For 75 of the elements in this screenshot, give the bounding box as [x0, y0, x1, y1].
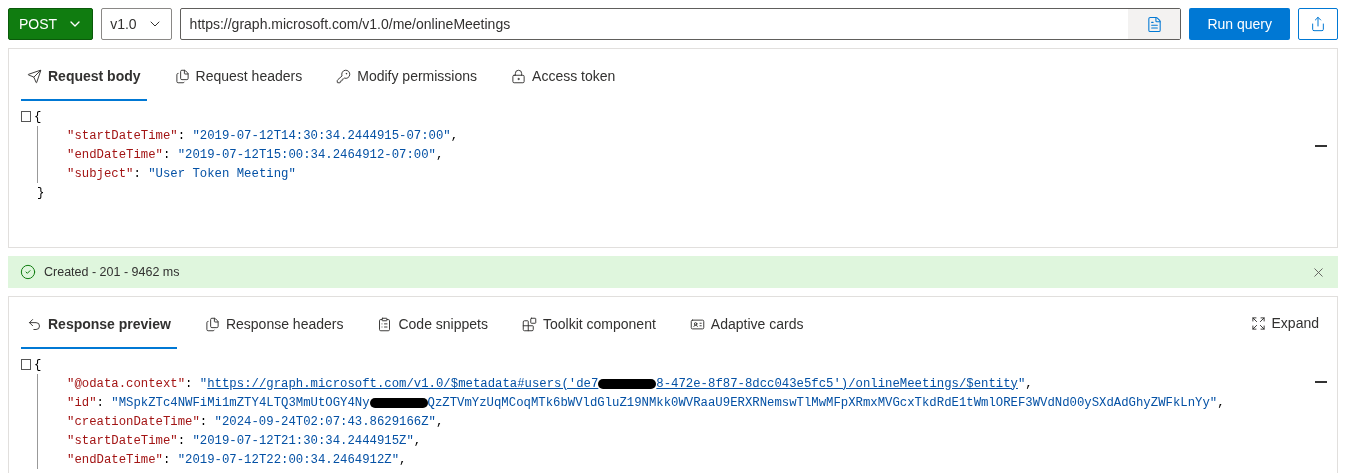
- panel-tab[interactable]: Modify permissions: [330, 53, 484, 101]
- code-token: :: [162, 452, 172, 467]
- method-dropdown[interactable]: POST: [8, 8, 94, 40]
- panel-tab[interactable]: Toolkit component: [516, 301, 662, 349]
- code-token: "2019-07-12T15:00:34.2464912-07:00": [177, 147, 436, 162]
- scroll-marker: [1315, 145, 1327, 147]
- share-button[interactable]: [1298, 8, 1338, 40]
- panel-tab[interactable]: Request headers: [168, 53, 309, 101]
- code-token: QzZTVmYzUqMCoqMTk6bWVldGluZ19NMkk0WVRaaU9ERXRNemswTlMwMFpXRmxMVGcxTkdRdE1tWmlOREF3WVdNd00ySXdAdGhyZWFkLnYy": [427, 395, 1218, 410]
- panel-tab[interactable]: Request body: [21, 53, 147, 101]
- fold-toggle[interactable]: [21, 359, 31, 370]
- run-query-button[interactable]: Run query: [1189, 8, 1290, 40]
- code-link[interactable]: 8-472e-8f87-8dcc043e5fc5')/onlineMeetings/$entity: [656, 376, 1018, 391]
- panel-tab[interactable]: Adaptive cards: [683, 301, 810, 349]
- url-field[interactable]: https://graph.microsoft.com/v1.0/me/onlineMeetings: [179, 8, 1182, 40]
- panel-tab[interactable]: Code snippets: [371, 301, 494, 349]
- panel-tab[interactable]: Response preview: [21, 301, 177, 349]
- code-token: "2019-07-12T14:30:34.2444915-07:00": [192, 128, 451, 143]
- code-token: "2019-07-12T21:30:34.2444915Z": [192, 433, 414, 448]
- code-token: "User Token Meeting": [148, 166, 296, 181]
- status-text: Created - 201 - 9462 ms: [44, 265, 180, 279]
- code-token: "2024-09-24T02:07:43.8629166Z": [214, 414, 436, 429]
- code-token: :: [177, 128, 187, 143]
- fold-toggle[interactable]: [21, 111, 31, 122]
- code-token: "endDateTime": [67, 452, 163, 467]
- code-token: ,: [1217, 395, 1225, 410]
- code-token: "endDateTime": [67, 147, 163, 162]
- share-icon: [1310, 16, 1326, 32]
- tab-icon: [511, 68, 527, 84]
- check-circle-icon: [20, 264, 36, 280]
- code-token: ,: [450, 128, 459, 143]
- code-token: :: [162, 147, 172, 162]
- tab-icon: [377, 316, 393, 332]
- code-token: {: [34, 357, 42, 372]
- panel-tab[interactable]: Access token: [505, 53, 622, 101]
- scroll-marker: [1315, 381, 1327, 383]
- tab-icon: [27, 316, 42, 332]
- expand-icon: [1250, 315, 1266, 331]
- code-token: }: [37, 185, 45, 200]
- url-input[interactable]: https://graph.microsoft.com/v1.0/me/onlineMeetings: [180, 10, 1129, 38]
- code-token: "@odata.context": [67, 376, 186, 391]
- tab-icon: [336, 68, 352, 84]
- code-token: "MSpkZTc4NWFiMi1mZTY4LTQ3MmUtOGY4Ny: [111, 395, 370, 410]
- tab-icon: [204, 316, 220, 332]
- code-token: :: [199, 414, 209, 429]
- code-token: ,: [399, 452, 407, 467]
- code-token: ": [199, 376, 208, 391]
- tab-icon: [522, 316, 537, 332]
- tab-icon: [27, 68, 42, 84]
- code-token: :: [96, 395, 105, 410]
- tab-icon: [689, 316, 705, 332]
- code-token: {: [34, 109, 42, 124]
- code-token: "2019-07-12T22:00:34.2464912Z": [177, 452, 400, 467]
- expand-button[interactable]: Expand: [1244, 314, 1325, 332]
- document-icon: [1145, 15, 1163, 33]
- code-token: ": [1017, 376, 1026, 391]
- code-token: :: [177, 433, 187, 448]
- version-dropdown[interactable]: v1.0: [101, 8, 172, 40]
- code-token: "creationDateTime": [67, 414, 200, 429]
- code-token: ,: [1025, 376, 1033, 391]
- code-token: "startDateTime": [67, 433, 178, 448]
- code-token: ,: [436, 414, 444, 429]
- redaction-mark: [598, 378, 657, 389]
- code-token: "subject": [67, 166, 134, 181]
- code-token: ,: [436, 147, 444, 162]
- code-token: :: [185, 376, 194, 391]
- code-token: "startDateTime": [67, 128, 178, 143]
- redaction-mark: [369, 397, 428, 408]
- code-token: ,: [413, 433, 422, 448]
- code-link[interactable]: https://graph.microsoft.com/v1.0/$metadata#users('de7: [207, 376, 599, 391]
- tab-icon: [174, 68, 190, 84]
- document-button[interactable]: [1128, 9, 1181, 39]
- panel-tab[interactable]: Response headers: [198, 301, 350, 349]
- code-token: :: [133, 166, 142, 181]
- code-token: "id": [67, 395, 97, 410]
